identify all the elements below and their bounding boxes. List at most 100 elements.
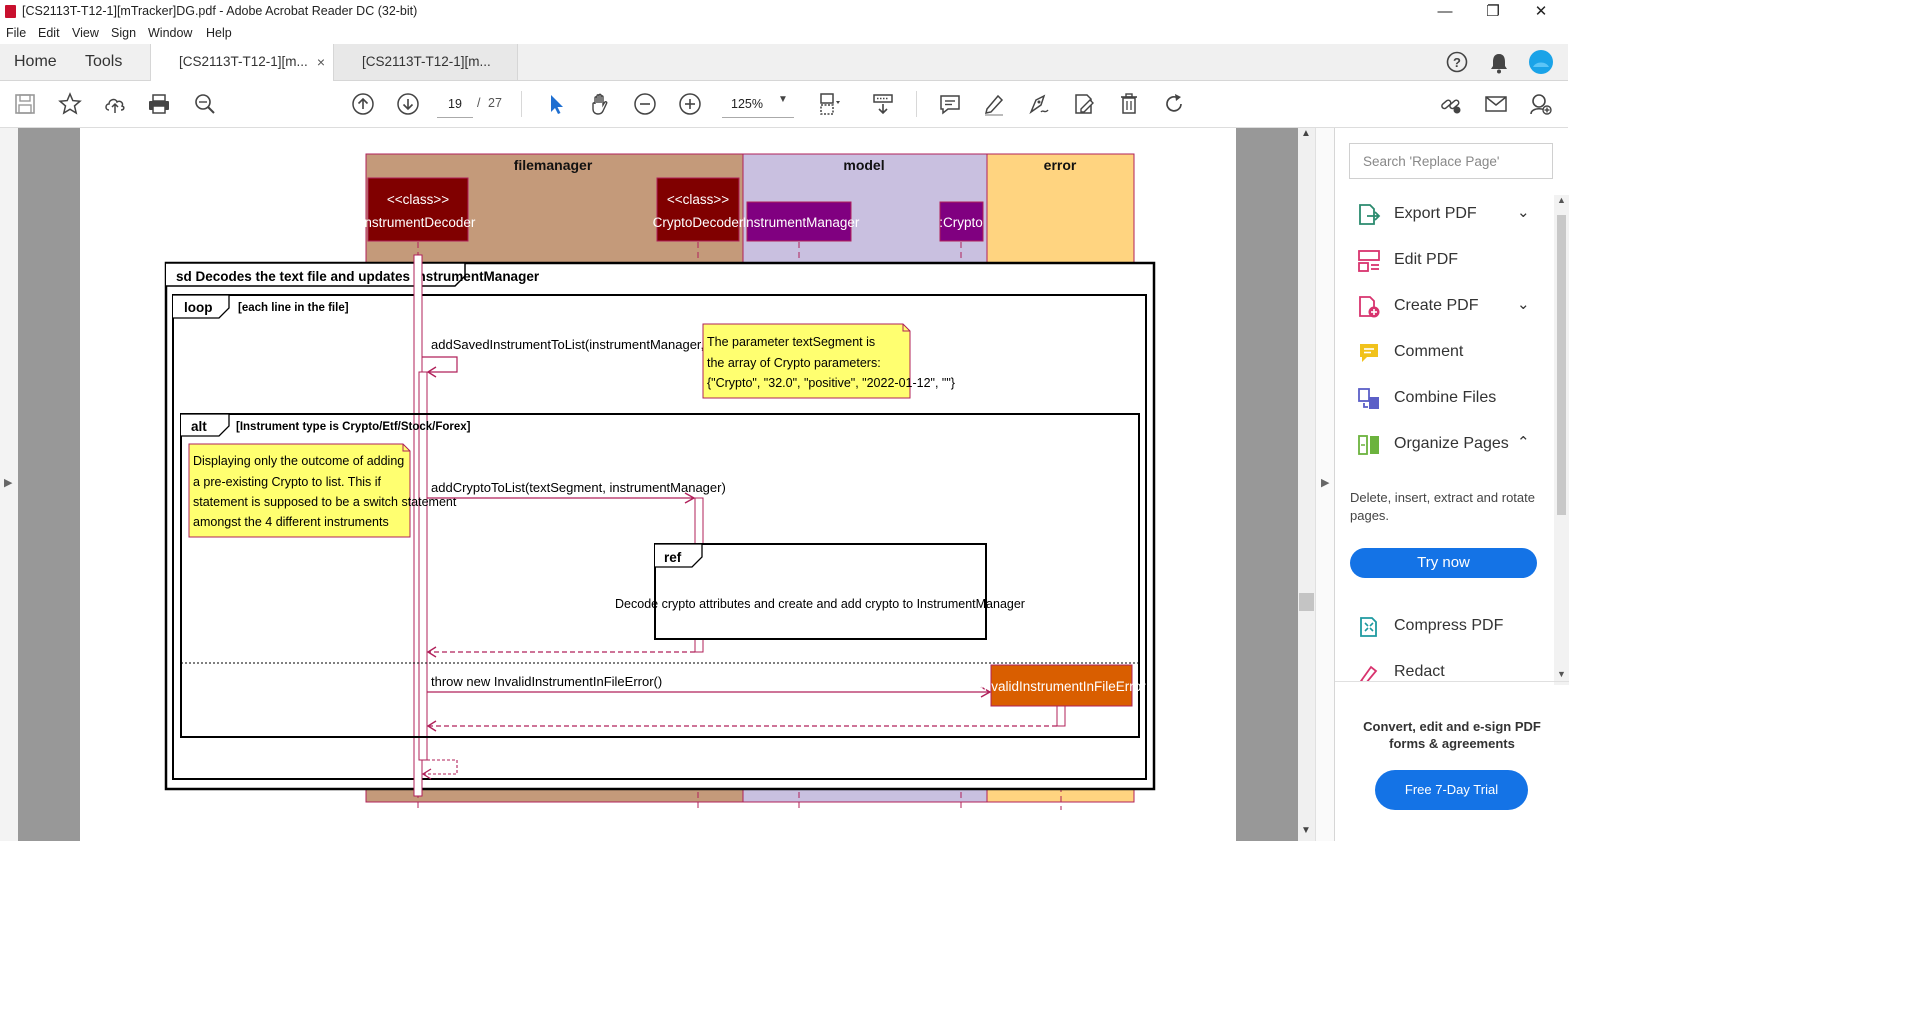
page-display-icon[interactable] — [814, 89, 844, 119]
right-pane-toggle[interactable]: ▶ — [1315, 128, 1335, 841]
notifications-bell-icon[interactable] — [1489, 52, 1509, 74]
svg-text:the array of Crypto parameters: the array of Crypto parameters: — [707, 356, 881, 370]
pdf-page: filemanager model error <<class>> Instru… — [80, 128, 1236, 841]
scrollbar-thumb[interactable] — [1299, 593, 1314, 611]
organize-pages-icon — [1357, 433, 1381, 457]
zoom-search-icon[interactable] — [190, 89, 220, 119]
select-cursor-icon[interactable] — [541, 89, 571, 119]
tab-home[interactable]: Home — [14, 53, 57, 71]
menu-file[interactable]: File — [6, 26, 26, 40]
search-placeholder: Search 'Replace Page' — [1363, 154, 1500, 169]
menu-window[interactable]: Window — [148, 26, 192, 40]
zoom-level-select[interactable]: 125% ▼ — [722, 91, 794, 118]
tool-combine-files[interactable]: Combine Files — [1357, 383, 1557, 417]
sequence-diagram: filemanager model error <<class>> Instru… — [164, 153, 1156, 810]
loop-guard: [each line in the file] — [238, 302, 349, 314]
toolbar: 19 / 27 125% ▼ — [0, 81, 1568, 128]
delete-trash-icon[interactable] — [1114, 89, 1144, 119]
tool-create-pdf[interactable]: Create PDF ⌄ — [1357, 291, 1557, 325]
collapse-right-pane-icon[interactable]: ▶ — [1321, 476, 1329, 489]
window-title: [CS2113T-T12-1][mTracker]DG.pdf - Adobe … — [22, 4, 418, 18]
page-down-icon[interactable] — [393, 89, 423, 119]
help-icon[interactable]: ? — [1446, 51, 1468, 73]
lane-label-error: error — [1044, 157, 1077, 173]
tab-document-active[interactable]: [CS2113T-T12-1][m... × — [150, 44, 334, 81]
print-icon[interactable] — [144, 89, 174, 119]
free-trial-button[interactable]: Free 7-Day Trial — [1375, 770, 1528, 810]
svg-text:The parameter textSegment is: The parameter textSegment is — [707, 335, 875, 349]
tool-compress-pdf[interactable]: Compress PDF — [1357, 611, 1557, 645]
tool-comment[interactable]: Comment — [1357, 337, 1557, 371]
tool-redact[interactable]: Redact — [1357, 657, 1557, 681]
save-icon[interactable] — [10, 89, 40, 119]
ref-text: Decode crypto attributes and create and … — [615, 597, 1025, 611]
chevron-down-icon[interactable]: ⌄ — [1517, 295, 1530, 313]
rotate-icon[interactable] — [1159, 89, 1189, 119]
email-envelope-icon[interactable] — [1481, 89, 1511, 119]
tab-document-2[interactable]: [CS2113T-T12-1][m... — [334, 44, 518, 80]
add-user-icon[interactable] — [1526, 89, 1556, 119]
comment-icon[interactable] — [935, 89, 965, 119]
tools-pane-scrollbar[interactable]: ▲ ▼ — [1554, 195, 1569, 685]
organize-pages-description: Delete, insert, extract and rotate pages… — [1350, 490, 1535, 523]
bookmark-star-icon[interactable] — [55, 89, 85, 119]
menu-view[interactable]: View — [72, 26, 99, 40]
participant-name: :InstrumentManager — [739, 215, 860, 230]
tool-edit-pdf[interactable]: Edit PDF — [1357, 245, 1557, 279]
ref-tag: ref — [664, 550, 682, 565]
svg-text:amongst the 4 different instru: amongst the 4 different instruments — [193, 515, 389, 529]
menu-sign[interactable]: Sign — [111, 26, 136, 40]
minimize-button[interactable]: — — [1422, 0, 1468, 24]
zoom-level-value: 125% — [731, 97, 763, 111]
participant-stereotype: <<class>> — [387, 192, 449, 207]
pdf-app-icon — [5, 5, 16, 18]
zoom-in-icon[interactable] — [675, 89, 705, 119]
close-window-button[interactable]: ✕ — [1518, 0, 1564, 24]
chevron-up-icon[interactable]: ⌃ — [1517, 433, 1530, 451]
try-now-button[interactable]: Try now — [1350, 548, 1537, 578]
svg-text:Displaying only the outcome of: Displaying only the outcome of adding — [193, 454, 404, 468]
search-input[interactable]: Search 'Replace Page' — [1349, 143, 1553, 179]
tab-close-icon[interactable]: × — [317, 44, 325, 80]
scroll-down-icon[interactable]: ▼ — [1301, 825, 1311, 836]
tool-export-pdf[interactable]: Export PDF ⌄ — [1357, 199, 1557, 233]
participant-name: InstrumentDecoder — [361, 215, 476, 230]
promo-text: Convert, edit and e-sign PDF forms & agr… — [1363, 719, 1541, 751]
participant-instrumentdecoder — [367, 177, 469, 242]
zoom-out-icon[interactable] — [630, 89, 660, 119]
participant-name: :InvalidInstrumentInFileError — [976, 679, 1146, 694]
vertical-scrollbar[interactable]: ▲ ▼ — [1298, 128, 1315, 841]
alt-guard: [Instrument type is Crypto/Etf/Stock/For… — [236, 421, 471, 433]
title-bar: [CS2113T-T12-1][mTracker]DG.pdf - Adobe … — [0, 0, 1568, 24]
svg-text:{"Crypto", "32.0", "positive",: {"Crypto", "32.0", "positive", "2022-01-… — [707, 376, 955, 390]
svg-text:a pre-existing Crypto to list.: a pre-existing Crypto to list. This if — [193, 475, 382, 489]
left-panel-collapsed[interactable]: ▶ — [0, 128, 18, 841]
menu-help[interactable]: Help — [206, 26, 232, 40]
tool-organize-pages[interactable]: Organize Pages ⌃ — [1357, 429, 1557, 463]
message-add-crypto: addCryptoToList(textSegment, instrumentM… — [431, 480, 726, 495]
fill-sign-icon[interactable] — [1069, 89, 1099, 119]
ref-frame — [654, 543, 987, 640]
tab-document-label: [CS2113T-T12-1][m... — [179, 54, 308, 69]
upload-cloud-icon[interactable] — [100, 89, 130, 119]
redact-icon — [1357, 661, 1381, 681]
expand-left-panel-icon[interactable]: ▶ — [4, 476, 12, 489]
chevron-down-icon: ▼ — [778, 94, 788, 105]
tab-document-label: [CS2113T-T12-1][m... — [362, 54, 491, 69]
page-up-icon[interactable] — [348, 89, 378, 119]
page-total: 27 — [488, 96, 502, 110]
menu-edit[interactable]: Edit — [38, 26, 60, 40]
tab-tools[interactable]: Tools — [85, 53, 122, 71]
read-mode-icon[interactable] — [868, 89, 898, 119]
share-link-icon[interactable] — [1436, 89, 1466, 119]
sign-pen-icon[interactable] — [1024, 89, 1054, 119]
restore-button[interactable]: ❐ — [1470, 0, 1516, 24]
page-number-input[interactable]: 19 — [437, 91, 473, 118]
highlight-pen-icon[interactable] — [979, 89, 1009, 119]
account-avatar-icon[interactable] — [1529, 50, 1553, 74]
svg-text:statement is supposed to be a: statement is supposed to be a switch sta… — [193, 495, 457, 509]
hand-tool-icon[interactable] — [585, 89, 615, 119]
chevron-down-icon[interactable]: ⌄ — [1517, 203, 1530, 221]
scroll-up-icon[interactable]: ▲ — [1301, 128, 1311, 139]
loop-tag: loop — [184, 300, 213, 315]
